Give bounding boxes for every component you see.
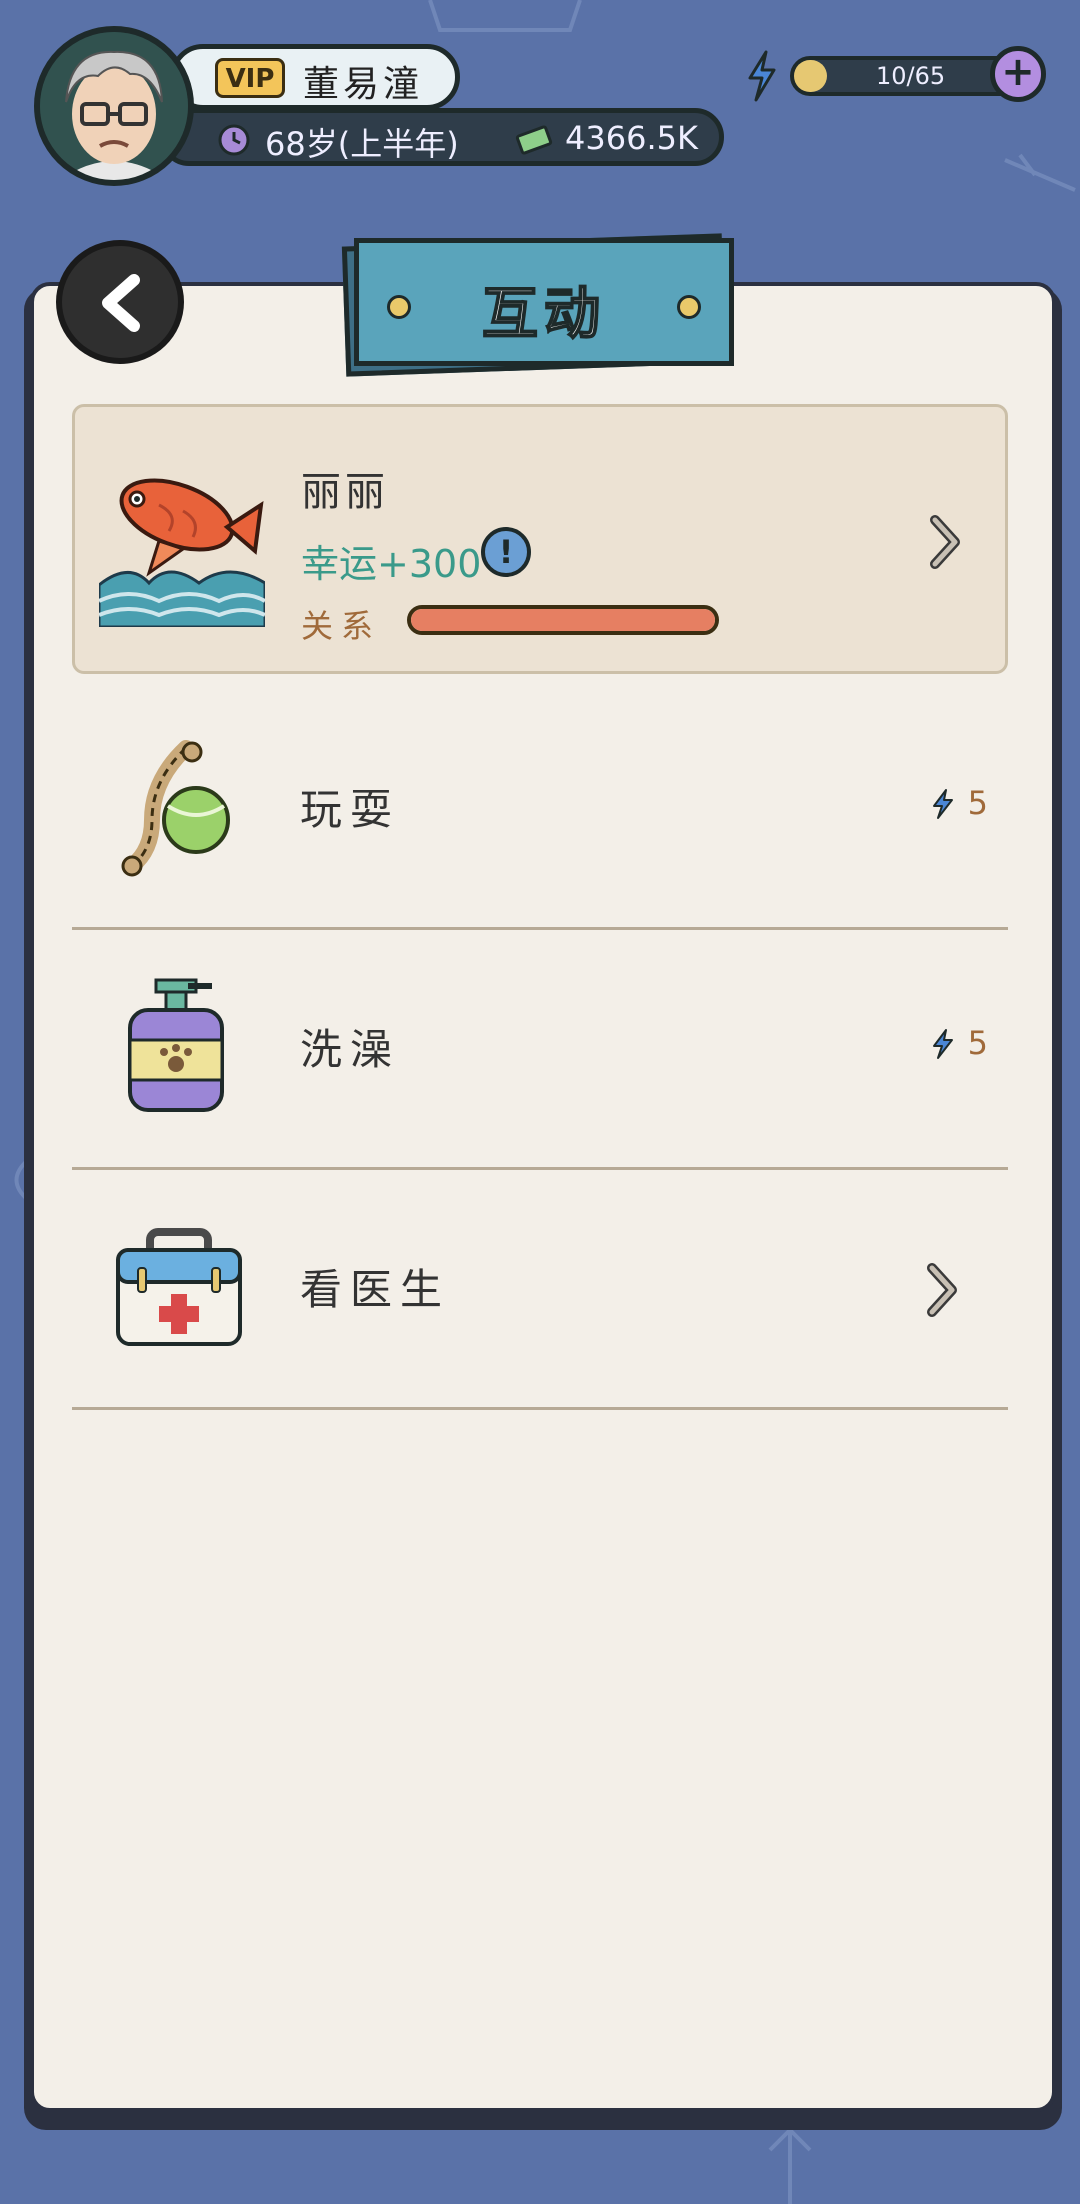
action-row-play[interactable]: 玩耍 5 [72,690,1008,930]
action-label: 看医生 [300,1265,451,1314]
action-row-bath[interactable]: 洗澡 5 [72,930,1008,1170]
relation-fill [411,609,715,631]
action-row-doctor[interactable]: 看医生 [72,1170,1008,1410]
energy-fill [794,60,828,92]
lightning-icon [933,789,953,819]
vip-badge: VIP [215,58,285,98]
pet-name: 丽丽 [301,469,389,515]
lightning-icon [748,50,776,102]
energy-cost: 5 [967,784,988,822]
divider [72,1407,1008,1410]
clock-icon [218,124,250,156]
page-title: 互动 [481,281,606,348]
background-doodle [428,0,582,32]
background-doodle [1004,153,1076,192]
chevron-left-icon [102,274,140,332]
relation-label: 关系 [301,607,382,645]
koi-fish-icon [99,478,265,627]
title-tag: 互动 [354,238,734,366]
background-doodle [768,2127,812,2204]
player-name-bar: VIP 董易潼 [170,44,460,110]
rope-ball-toy-icon [121,740,230,877]
energy-text: 10/65 [876,62,946,90]
age-text: 68岁(上半年) [265,125,459,163]
chevron-right-icon [927,1263,957,1317]
player-name: 董易潼 [303,64,424,105]
back-button[interactable] [56,240,184,364]
relation-bar [407,605,719,635]
info-icon[interactable]: ! [481,527,531,577]
action-label: 玩耍 [300,785,401,834]
money-text: 4366.5K [565,119,698,157]
lightning-icon [933,1029,953,1059]
pet-card[interactable]: 丽丽 幸运+300 ! 关系 [72,404,1008,674]
pet-luck-text: 幸运+300 [301,542,482,586]
shampoo-bottle-icon [128,978,224,1112]
add-energy-button[interactable]: + [990,46,1046,102]
chevron-right-icon [930,515,960,569]
energy-cost: 5 [967,1024,988,1062]
action-label: 洗澡 [300,1025,401,1074]
first-aid-kit-icon [116,1228,242,1346]
energy-bar: 10/65 [790,56,1020,96]
avatar[interactable] [34,26,194,186]
avatar-old-man-icon [40,32,188,180]
player-info-bar: 68岁(上半年) 4366.5K [160,108,724,166]
cash-icon [515,125,553,155]
